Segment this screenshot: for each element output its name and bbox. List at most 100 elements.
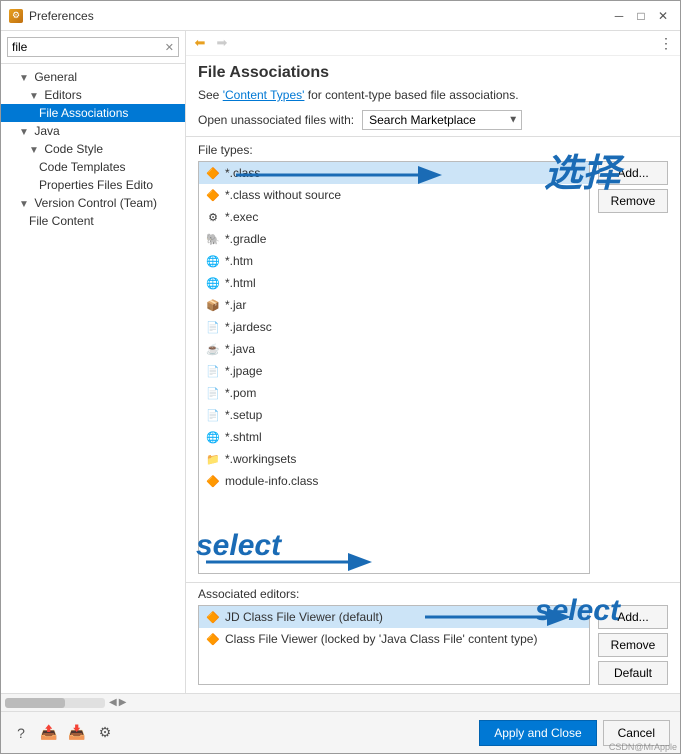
expand-icon: ▼: [29, 91, 41, 102]
app-icon: ⚙: [9, 9, 23, 23]
file-type-icon: 🔶: [205, 187, 221, 203]
file-type-icon: 🌐: [205, 253, 221, 269]
content-types-link[interactable]: 'Content Types': [223, 88, 305, 102]
content-types-line: See 'Content Types' for content-type bas…: [198, 88, 668, 102]
file-type-icon: 📁: [205, 451, 221, 467]
bottom-bar: ? 📤 📥 ⚙ Apply and Close Cancel: [1, 711, 680, 753]
list-item[interactable]: ☕ *.java: [199, 338, 589, 360]
window-title: Preferences: [29, 9, 94, 23]
remove-editor-button[interactable]: Remove: [598, 633, 668, 657]
bottom-icons: ? 📤 📥 ⚙: [11, 723, 115, 743]
panel-header: File Associations See 'Content Types' fo…: [186, 56, 680, 137]
list-item[interactable]: 🔶 module-info.class: [199, 470, 589, 492]
assoc-buttons: Add... Remove Default: [598, 605, 668, 685]
forward-button[interactable]: ➡: [212, 33, 232, 53]
file-type-icon: 📄: [205, 385, 221, 401]
list-item[interactable]: 📄 *.setup: [199, 404, 589, 426]
toolbar-nav: ⬅ ➡: [190, 33, 232, 53]
bottom-actions: Apply and Close Cancel: [479, 720, 670, 746]
title-bar: ⚙ Preferences ─ □ ✕: [1, 1, 680, 31]
close-button[interactable]: ✕: [654, 7, 672, 25]
marketplace-select[interactable]: Search Marketplace: [362, 110, 522, 130]
preferences-window: ⚙ Preferences ─ □ ✕ ✕ ▼ General: [0, 0, 681, 754]
help-icon[interactable]: ?: [11, 723, 31, 743]
file-type-icon: 🐘: [205, 231, 221, 247]
sidebar-item-version-control[interactable]: ▼ Version Control (Team): [1, 194, 185, 212]
file-type-icon: 📄: [205, 319, 221, 335]
list-item[interactable]: 📁 *.workingsets: [199, 448, 589, 470]
assoc-item[interactable]: 🔶 Class File Viewer (locked by 'Java Cla…: [199, 628, 589, 650]
file-type-icon: 📄: [205, 407, 221, 423]
editor-icon: 🔶: [205, 609, 221, 625]
file-type-icon: 🌐: [205, 429, 221, 445]
list-item[interactable]: 🔶 *.class: [199, 162, 589, 184]
associated-editors-section: Associated editors: 🔶 JD Class File View…: [186, 587, 680, 693]
list-item[interactable]: 🐘 *.gradle: [199, 228, 589, 250]
cancel-button[interactable]: Cancel: [603, 720, 670, 746]
file-type-icon: 🔶: [205, 165, 221, 181]
panel-toolbar: ⬅ ➡ ⋮: [186, 31, 680, 56]
sidebar-item-java[interactable]: ▼ Java: [1, 122, 185, 140]
file-type-icon: ☕: [205, 341, 221, 357]
tree-nav: ▼ General ▼ Editors File Associations ▼ …: [1, 64, 185, 693]
list-item[interactable]: 📄 *.jardesc: [199, 316, 589, 338]
add-editor-button[interactable]: Add...: [598, 605, 668, 629]
panel-body: 选择 File types:: [186, 137, 680, 693]
open-unassoc-line: Open unassociated files with: Search Mar…: [198, 110, 668, 130]
search-box: ✕: [1, 31, 185, 64]
file-types-buttons: Add... Remove: [598, 161, 668, 574]
default-editor-button[interactable]: Default: [598, 661, 668, 685]
import-icon[interactable]: 📥: [67, 723, 87, 743]
list-item[interactable]: ⚙ *.exec: [199, 206, 589, 228]
list-item[interactable]: 🌐 *.shtml: [199, 426, 589, 448]
file-type-icon: 📦: [205, 297, 221, 313]
sidebar-item-general[interactable]: ▼ General: [1, 68, 185, 86]
assoc-body: 🔶 JD Class File Viewer (default) 🔶 Class…: [198, 605, 668, 685]
file-types-label: File types:: [186, 137, 680, 161]
settings-icon[interactable]: ⚙: [95, 723, 115, 743]
list-item[interactable]: 📄 *.jpage: [199, 360, 589, 382]
list-item[interactable]: 🌐 *.htm: [199, 250, 589, 272]
apply-close-button[interactable]: Apply and Close: [479, 720, 596, 746]
expand-icon: ▼: [19, 199, 31, 210]
content-area: ✕ ▼ General ▼ Editors File Associations …: [1, 31, 680, 693]
minimize-button[interactable]: ─: [610, 7, 628, 25]
expand-icon: ▼: [29, 145, 41, 156]
search-input[interactable]: [12, 40, 165, 54]
marketplace-select-wrapper: Search Marketplace ▼: [362, 110, 522, 130]
divider: [186, 582, 680, 583]
sidebar: ✕ ▼ General ▼ Editors File Associations …: [1, 31, 186, 693]
sidebar-item-editors[interactable]: ▼ Editors: [1, 86, 185, 104]
editor-icon: 🔶: [205, 631, 221, 647]
sidebar-item-file-content[interactable]: File Content: [1, 212, 185, 230]
file-types-list[interactable]: 🔶 *.class 🔶 *.class without source ⚙ *.e…: [198, 161, 590, 574]
list-item[interactable]: 🌐 *.html: [199, 272, 589, 294]
associated-editors-list[interactable]: 🔶 JD Class File Viewer (default) 🔶 Class…: [198, 605, 590, 685]
add-file-type-button[interactable]: Add...: [598, 161, 668, 185]
sidebar-item-properties-files[interactable]: Properties Files Edito: [1, 176, 185, 194]
remove-file-type-button[interactable]: Remove: [598, 189, 668, 213]
assoc-item[interactable]: 🔶 JD Class File Viewer (default): [199, 606, 589, 628]
list-item[interactable]: 📄 *.pom: [199, 382, 589, 404]
expand-icon: ▼: [19, 73, 31, 84]
expand-icon: ▼: [19, 127, 31, 138]
list-item[interactable]: 📦 *.jar: [199, 294, 589, 316]
file-types-section: 🔶 *.class 🔶 *.class without source ⚙ *.e…: [186, 161, 680, 574]
file-type-icon: 📄: [205, 363, 221, 379]
panel-title: File Associations: [198, 64, 668, 82]
horizontal-scrollbar[interactable]: ◀ ▶: [1, 693, 680, 711]
main-panel: ⬅ ➡ ⋮ File Associations See 'Content Typ…: [186, 31, 680, 693]
maximize-button[interactable]: □: [632, 7, 650, 25]
sidebar-item-code-templates[interactable]: Code Templates: [1, 158, 185, 176]
more-options-button[interactable]: ⋮: [656, 33, 676, 53]
sidebar-item-file-associations[interactable]: File Associations: [1, 104, 185, 122]
search-clear-icon[interactable]: ✕: [165, 41, 174, 54]
sidebar-item-code-style[interactable]: ▼ Code Style: [1, 140, 185, 158]
export-icon[interactable]: 📤: [39, 723, 59, 743]
associated-editors-label: Associated editors:: [198, 587, 668, 601]
back-button[interactable]: ⬅: [190, 33, 210, 53]
file-type-icon: ⚙: [205, 209, 221, 225]
file-type-icon: 🌐: [205, 275, 221, 291]
file-type-icon: 🔶: [205, 473, 221, 489]
list-item[interactable]: 🔶 *.class without source: [199, 184, 589, 206]
